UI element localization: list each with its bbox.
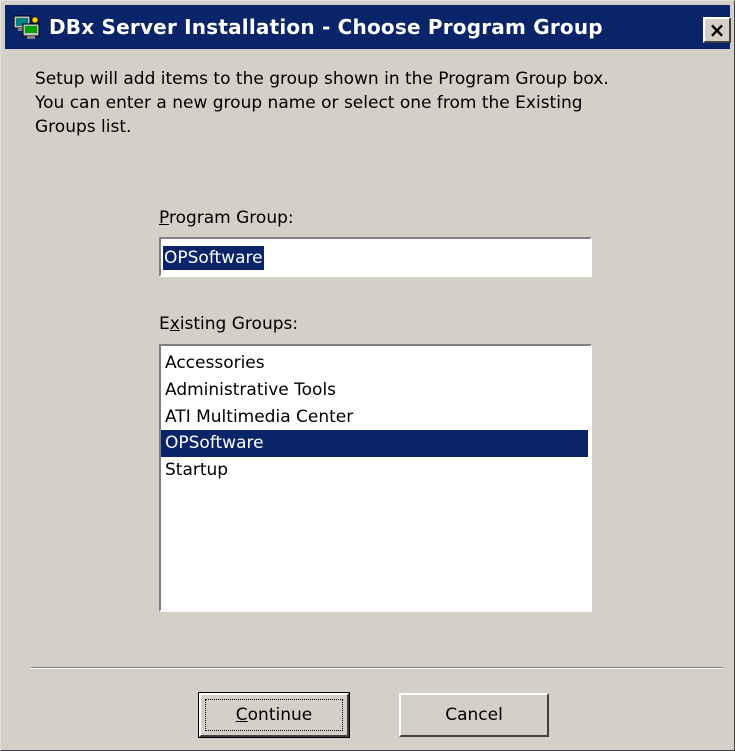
setup-dialog: DBx Server Installation - Choose Program… (0, 0, 735, 751)
list-item-selected[interactable]: OPSoftware (161, 430, 588, 457)
button-separator (31, 667, 723, 669)
list-item[interactable]: Administrative Tools (161, 377, 588, 404)
program-group-input[interactable]: OPSoftware (159, 237, 592, 277)
program-group-value: OPSoftware (163, 246, 264, 270)
existing-groups-list[interactable]: Accessories Administrative Tools ATI Mul… (159, 344, 592, 612)
setup-computer-icon (13, 15, 40, 39)
continue-button[interactable]: Continue (198, 692, 350, 738)
focus-rect (205, 699, 343, 731)
list-item[interactable]: Accessories (161, 350, 588, 377)
list-item[interactable]: ATI Multimedia Center (161, 404, 588, 431)
instructions-text: Setup will add items to the group shown … (35, 69, 609, 137)
cancel-button[interactable]: Cancel (399, 693, 549, 737)
close-button[interactable]: × (703, 17, 731, 43)
title-bar[interactable]: DBx Server Installation - Choose Program… (5, 5, 731, 49)
close-icon: × (708, 18, 726, 42)
window-title: DBx Server Installation - Choose Program… (49, 15, 603, 39)
program-group-label: Program Group: (159, 208, 294, 228)
existing-groups-label: Existing Groups: (159, 314, 299, 334)
list-item[interactable]: Startup (161, 457, 588, 484)
